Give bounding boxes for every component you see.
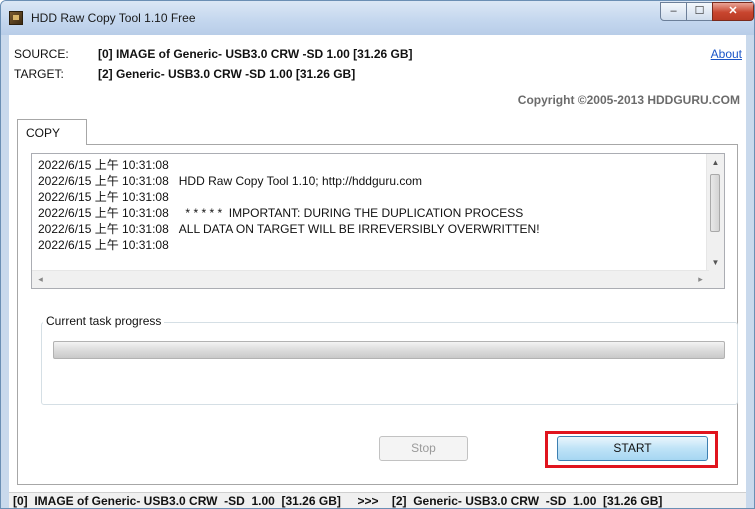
log-line: 2022/6/15 上午 10:31:08 * * * * * IMPORTAN… <box>38 206 524 220</box>
target-value: [2] Generic- USB3.0 CRW -SD 1.00 [31.26 … <box>98 67 356 81</box>
log-line: 2022/6/15 上午 10:31:08 <box>38 238 169 252</box>
log-line: 2022/6/15 上午 10:31:08 HDD Raw Copy Tool … <box>38 174 423 188</box>
progress-group <box>41 322 738 405</box>
scrollbar-corner <box>707 271 724 288</box>
vertical-scroll-thumb[interactable] <box>710 174 720 232</box>
scroll-left-arrow-icon[interactable]: ◂ <box>32 271 49 288</box>
about-link[interactable]: About <box>711 47 742 61</box>
log-line: 2022/6/15 上午 10:31:08 ALL DATA ON TARGET… <box>38 222 540 236</box>
task-progress-bar <box>53 341 725 359</box>
app-window: HDD Raw Copy Tool 1.10 Free – ☐ ✕ SOURCE… <box>0 0 755 509</box>
log-line: 2022/6/15 上午 10:31:08 <box>38 190 169 204</box>
log-line: 2022/6/15 上午 10:31:08 <box>38 158 169 172</box>
log-lines: 2022/6/15 上午 10:31:08 2022/6/15 上午 10:31… <box>38 157 540 253</box>
log-vertical-scrollbar[interactable]: ▲ ▼ <box>706 154 724 271</box>
app-icon[interactable] <box>9 11 23 25</box>
close-button[interactable]: ✕ <box>712 2 754 21</box>
source-label: SOURCE: <box>14 47 69 61</box>
stop-button[interactable]: Stop <box>379 436 468 461</box>
scroll-up-arrow-icon[interactable]: ▲ <box>707 154 724 171</box>
minimize-button[interactable]: – <box>660 2 687 21</box>
status-text: [0] IMAGE of Generic- USB3.0 CRW -SD 1.0… <box>13 494 663 508</box>
tab-copy-label: COPY <box>26 126 61 140</box>
title-bar[interactable]: HDD Raw Copy Tool 1.10 Free – ☐ ✕ <box>1 1 754 35</box>
start-button[interactable]: START <box>557 436 708 461</box>
log-horizontal-scrollbar[interactable]: ◂ ▸ <box>32 270 709 288</box>
copyright-text: Copyright ©2005-2013 HDDGURU.COM <box>517 93 740 107</box>
tab-copy[interactable]: COPY <box>17 119 87 145</box>
source-value: [0] IMAGE of Generic- USB3.0 CRW -SD 1.0… <box>98 47 413 61</box>
target-label: TARGET: <box>14 67 64 81</box>
scroll-down-arrow-icon[interactable]: ▼ <box>707 254 724 271</box>
progress-group-label: Current task progress <box>43 314 165 328</box>
log-textbox[interactable]: 2022/6/15 上午 10:31:08 2022/6/15 上午 10:31… <box>31 153 725 289</box>
status-bar: [0] IMAGE of Generic- USB3.0 CRW -SD 1.0… <box>9 492 746 508</box>
window-title: HDD Raw Copy Tool 1.10 Free <box>31 11 196 25</box>
maximize-button[interactable]: ☐ <box>686 2 713 21</box>
client-area: SOURCE: [0] IMAGE of Generic- USB3.0 CRW… <box>9 35 746 492</box>
